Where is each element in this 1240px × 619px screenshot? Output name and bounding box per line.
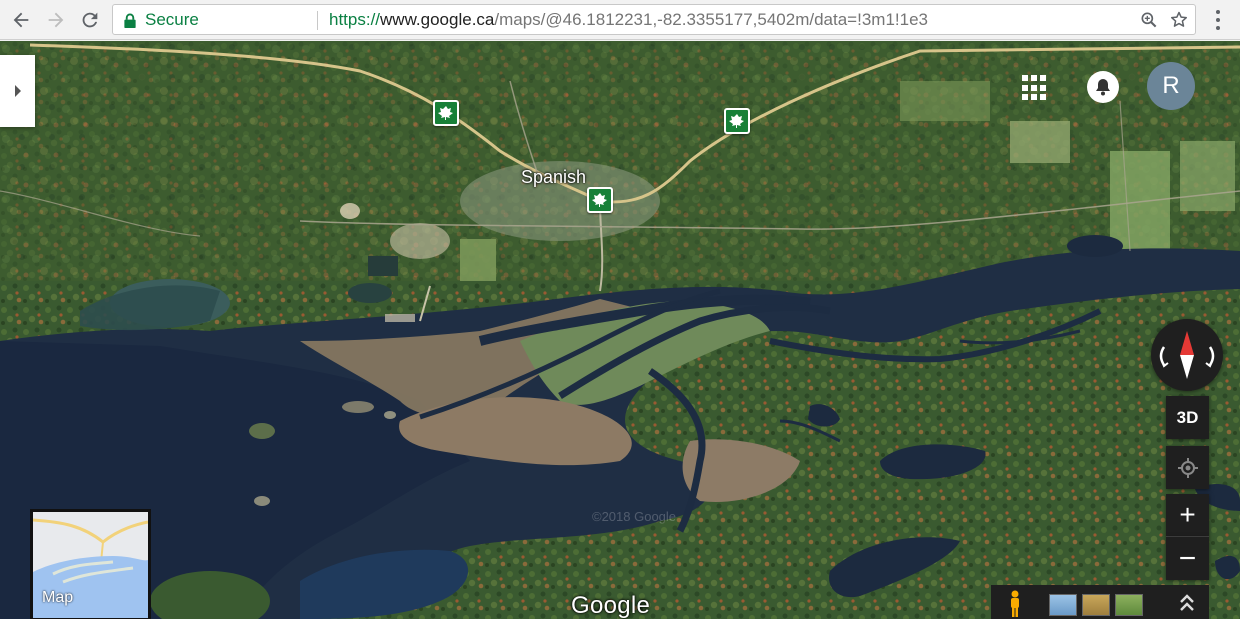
- address-bar[interactable]: Secure https://www.google.ca/maps/@46.18…: [112, 4, 1196, 35]
- compass-control[interactable]: [1151, 319, 1223, 391]
- minimap-label: Map: [42, 589, 74, 606]
- forward-button[interactable]: [42, 6, 70, 34]
- forward-icon: [48, 12, 64, 28]
- url-scheme: https://: [329, 10, 381, 29]
- url-text[interactable]: https://www.google.ca/maps/@46.1812231,-…: [329, 10, 928, 30]
- apps-grid-icon[interactable]: [1022, 75, 1048, 101]
- url-path: /maps/@46.1812231,-82.3355177,5402m/data…: [494, 10, 928, 29]
- lock-icon: [124, 13, 136, 28]
- zoom-out-button[interactable]: −: [1166, 537, 1209, 580]
- compass-icon: [1159, 331, 1215, 379]
- map-canvas[interactable]: ©2018 Google Spanish R 3D + − Map Google: [0, 41, 1240, 619]
- url-host: www.google.ca: [380, 10, 495, 29]
- imagery-thumbnail-terrain[interactable]: [1115, 594, 1143, 616]
- place-label-spanish[interactable]: Spanish: [521, 167, 586, 188]
- menu-icon[interactable]: [1210, 8, 1226, 32]
- omnibox-separator: [317, 11, 318, 30]
- maple-leaf-icon: [592, 193, 607, 207]
- google-logo: Google: [571, 592, 651, 619]
- zoom-in-button[interactable]: +: [1166, 494, 1209, 537]
- bell-icon: [1096, 79, 1110, 96]
- imagery-watermark: ©2018 Google: [592, 509, 677, 524]
- route-shield-icon[interactable]: [433, 100, 459, 126]
- chevron-right-icon: [14, 85, 21, 97]
- side-panel-toggle[interactable]: [0, 55, 35, 127]
- bookmark-star-icon[interactable]: [1169, 10, 1189, 30]
- my-location-button[interactable]: [1166, 446, 1209, 489]
- account-avatar[interactable]: R: [1147, 62, 1195, 110]
- zoom-icon[interactable]: [1139, 10, 1159, 30]
- route-shield-icon[interactable]: [587, 187, 613, 213]
- back-button[interactable]: [7, 6, 35, 34]
- browser-toolbar: Secure https://www.google.ca/maps/@46.18…: [0, 0, 1240, 40]
- secure-label: Secure: [145, 10, 199, 29]
- bottom-controls-bar: [991, 585, 1209, 619]
- reload-button[interactable]: [76, 6, 104, 34]
- pegman-icon[interactable]: [1004, 590, 1026, 618]
- satellite-imagery[interactable]: [0, 41, 1240, 619]
- route-shield-icon[interactable]: [724, 108, 750, 134]
- maple-leaf-icon: [729, 114, 744, 128]
- maple-leaf-icon: [438, 106, 453, 120]
- reload-icon: [82, 12, 98, 28]
- map-layer-switcher[interactable]: Map: [30, 509, 151, 619]
- tilt-3d-button[interactable]: 3D: [1166, 396, 1209, 439]
- imagery-thumbnail-field[interactable]: [1082, 594, 1110, 616]
- back-icon: [13, 12, 29, 28]
- imagery-thumbnail-sky[interactable]: [1049, 594, 1077, 616]
- notifications-button[interactable]: [1087, 71, 1119, 103]
- expand-up-icon[interactable]: [1176, 591, 1198, 615]
- my-location-icon: [1177, 457, 1198, 478]
